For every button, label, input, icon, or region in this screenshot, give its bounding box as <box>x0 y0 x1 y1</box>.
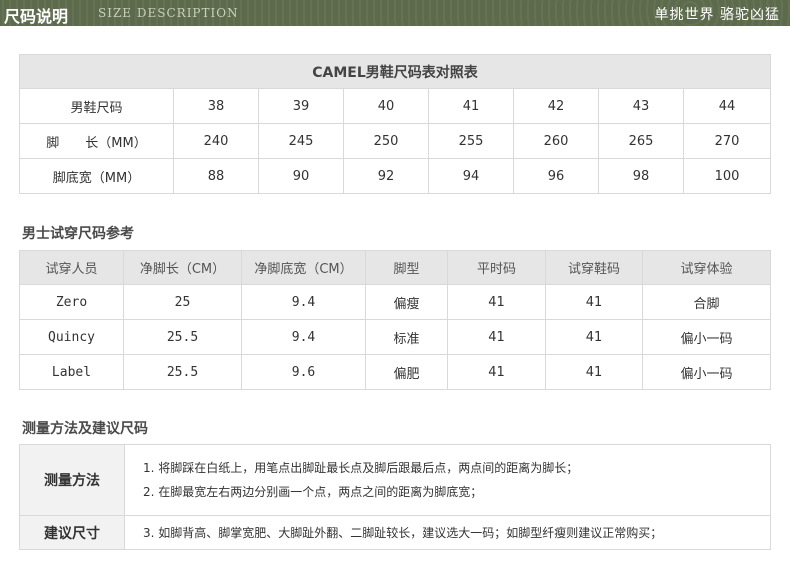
advice-content: 3. 如脚背高、脚掌宽肥、大脚趾外翻、二脚趾较长，建议选大一码；如脚型纤瘦则建议… <box>124 515 771 550</box>
table-cell: 245 <box>258 123 344 159</box>
table-cell: 260 <box>513 123 599 159</box>
table-cell: 250 <box>343 123 429 159</box>
table-cell: 88 <box>173 158 259 194</box>
table-row: Label 25.5 9.6 偏肥 41 41 偏小一码 <box>19 354 771 390</box>
table-cell: 偏小一码 <box>642 354 771 390</box>
table-row: 建议尺寸 3. 如脚背高、脚掌宽肥、大脚趾外翻、二脚趾较长，建议选大一码；如脚型… <box>19 515 771 550</box>
method-section-title: 测量方法及建议尺码 <box>22 421 148 437</box>
advice-step: 3. 如脚背高、脚掌宽肥、大脚趾外翻、二脚趾较长，建议选大一码；如脚型纤瘦则建议… <box>143 525 663 540</box>
table-cell: 43 <box>598 88 684 124</box>
table-row: 男鞋尺码 38 39 40 41 42 43 44 <box>19 88 772 124</box>
table-header-row: 试穿人员 净脚长（CM） 净脚底宽（CM） 脚型 平时码 试穿鞋码 试穿体验 <box>19 250 771 285</box>
measurement-table: 测量方法 1. 将脚踩在白纸上，用笔点出脚趾最长点及脚后跟最后点，两点间的距离为… <box>19 444 771 550</box>
table-cell: 9.4 <box>241 319 366 355</box>
column-header: 净脚底宽（CM） <box>241 250 366 285</box>
measure-step: 1. 将脚踩在白纸上，用笔点出脚趾最长点及脚后跟最后点，两点间的距离为脚长； <box>143 461 579 475</box>
trial-size-table: 试穿人员 净脚长（CM） 净脚底宽（CM） 脚型 平时码 试穿鞋码 试穿体验 Z… <box>19 250 771 390</box>
header-banner: 尺码说明 SIZE DESCRIPTION 单挑世界 骆驼凶猛 <box>0 0 790 26</box>
table-row: 脚 长（MM） 240 245 250 255 260 265 270 <box>19 123 772 159</box>
table-cell: 240 <box>173 123 259 159</box>
table-cell: Zero <box>19 284 124 320</box>
table-cell: 偏瘦 <box>365 284 448 320</box>
table-cell: 44 <box>682 88 772 124</box>
table-cell: 92 <box>343 158 429 194</box>
column-header: 试穿鞋码 <box>545 250 643 285</box>
table-cell: 40 <box>343 88 429 124</box>
size-chart-caption: CAMEL男鞋尺码表对照表 <box>18 54 772 89</box>
table-cell: 合脚 <box>642 284 771 320</box>
table-cell: 38 <box>173 88 259 124</box>
table-cell: Quincy <box>19 319 124 355</box>
row-label: 脚 长（MM） <box>19 123 174 159</box>
table-row: 脚底宽（MM） 88 90 92 94 96 98 100 <box>19 158 772 194</box>
table-cell: 25.5 <box>123 319 242 355</box>
size-chart-table: CAMEL男鞋尺码表对照表 男鞋尺码 38 39 40 41 42 43 44 … <box>18 54 772 194</box>
column-header: 净脚长（CM） <box>123 250 242 285</box>
table-cell: 41 <box>545 319 643 355</box>
table-cell: 41 <box>447 284 546 320</box>
table-cell: 96 <box>513 158 599 194</box>
table-cell: 98 <box>598 158 684 194</box>
table-row: 测量方法 1. 将脚踩在白纸上，用笔点出脚趾最长点及脚后跟最后点，两点间的距离为… <box>19 444 771 516</box>
table-row: Quincy 25.5 9.4 标准 41 41 偏小一码 <box>19 319 771 355</box>
page-subtitle: SIZE DESCRIPTION <box>98 6 239 20</box>
table-cell: 100 <box>682 158 772 194</box>
measure-step: 2. 在脚最宽左右两边分别画一个点，两点之间的距离为脚底宽； <box>143 485 483 499</box>
table-cell: 9.4 <box>241 284 366 320</box>
page-title: 尺码说明 <box>4 7 69 26</box>
table-cell: 偏肥 <box>365 354 448 390</box>
trial-section-title: 男士试穿尺码参考 <box>22 226 134 242</box>
table-cell: 25.5 <box>123 354 242 390</box>
table-cell: 41 <box>545 354 643 390</box>
table-cell: 41 <box>428 88 514 124</box>
measure-method-content: 1. 将脚踩在白纸上，用笔点出脚趾最长点及脚后跟最后点，两点间的距离为脚长； 2… <box>124 444 771 516</box>
table-cell: 94 <box>428 158 514 194</box>
column-header: 试穿人员 <box>19 250 124 285</box>
row-label: 脚底宽（MM） <box>19 158 174 194</box>
measure-method-label: 测量方法 <box>19 444 125 516</box>
table-cell: 9.6 <box>241 354 366 390</box>
table-cell: 255 <box>428 123 514 159</box>
table-cell: 标准 <box>365 319 448 355</box>
table-cell: 41 <box>447 319 546 355</box>
table-cell: 265 <box>598 123 684 159</box>
table-cell: 偏小一码 <box>642 319 771 355</box>
table-cell: 25 <box>123 284 242 320</box>
row-label: 男鞋尺码 <box>19 88 174 124</box>
table-cell: 42 <box>513 88 599 124</box>
column-header: 平时码 <box>447 250 546 285</box>
table-cell: 41 <box>447 354 546 390</box>
column-header: 试穿体验 <box>642 250 771 285</box>
table-cell: 41 <box>545 284 643 320</box>
table-cell: 39 <box>258 88 344 124</box>
table-cell: 90 <box>258 158 344 194</box>
table-cell: Label <box>19 354 124 390</box>
brand-slogan: 单挑世界 骆驼凶猛 <box>654 7 780 23</box>
table-cell: 270 <box>682 123 772 159</box>
column-header: 脚型 <box>365 250 448 285</box>
table-row: Zero 25 9.4 偏瘦 41 41 合脚 <box>19 284 771 320</box>
advice-label: 建议尺寸 <box>19 515 125 550</box>
